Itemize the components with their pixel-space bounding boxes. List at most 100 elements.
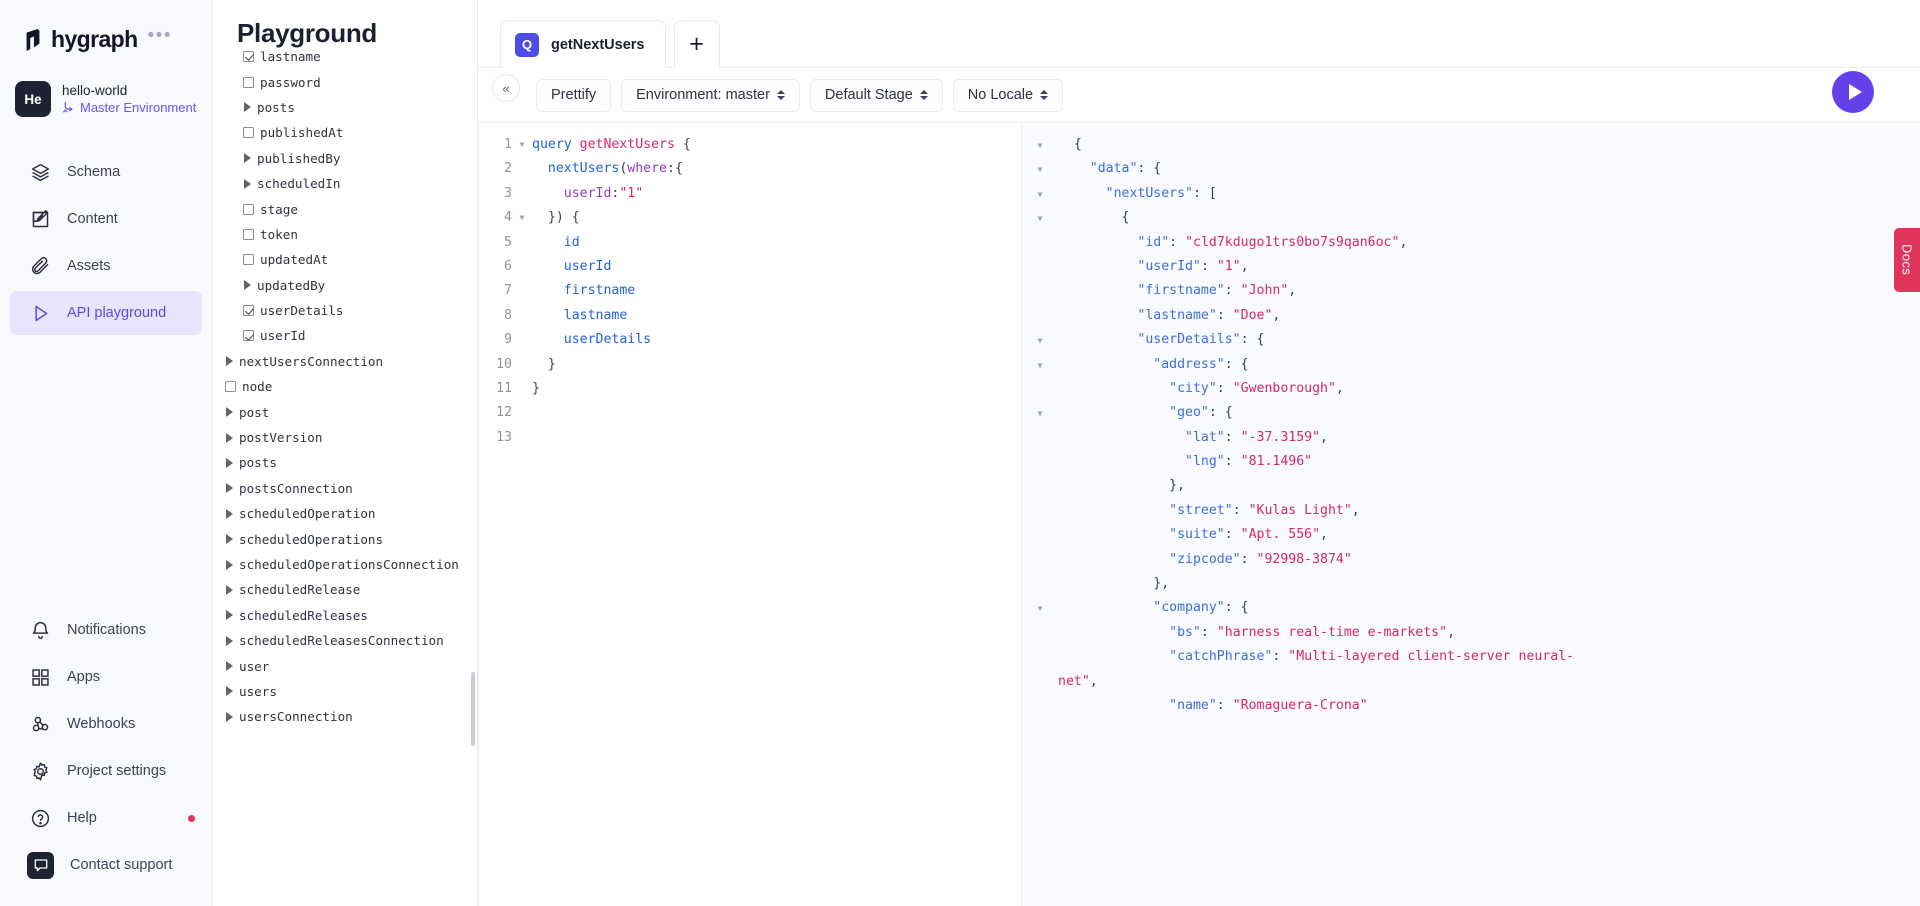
tree-item-node[interactable]: node	[213, 374, 477, 399]
result-viewer[interactable]: ▼ {▼ "data": {▼ "nextUsers": [▼ { "id": …	[1021, 123, 1920, 906]
field-checkbox[interactable]	[243, 330, 254, 341]
caret-right-icon[interactable]	[244, 153, 251, 163]
tree-item-stage[interactable]: stage	[213, 196, 477, 221]
fold-toggle-icon[interactable]: ▼	[516, 206, 528, 230]
tree-item-postsConnection[interactable]: postsConnection	[213, 476, 477, 501]
caret-right-icon[interactable]	[226, 509, 233, 519]
json-line: ▼ "userDetails": {	[1022, 328, 1920, 352]
line-number: 8	[478, 304, 516, 328]
json-fold-toggle-icon[interactable]: ▼	[1022, 133, 1058, 157]
tree-item-usersConnection[interactable]: usersConnection	[213, 704, 477, 729]
json-line: ▼ "data": {	[1022, 157, 1920, 181]
tree-item-scheduledOperationsConnection[interactable]: scheduledOperationsConnection	[213, 552, 477, 577]
tree-item-scheduledOperations[interactable]: scheduledOperations	[213, 526, 477, 551]
tree-item-token[interactable]: token	[213, 222, 477, 247]
query-editor[interactable]: 1▼query getNextUsers {2 nextUsers(where:…	[478, 123, 1021, 906]
json-text: {	[1058, 206, 1129, 230]
field-checkbox[interactable]	[243, 204, 254, 215]
json-line: "city": "Gwenborough",	[1022, 377, 1920, 401]
tree-item-publishedAt[interactable]: publishedAt	[213, 120, 477, 145]
field-checkbox[interactable]	[243, 305, 254, 316]
stage-select[interactable]: Default Stage	[810, 79, 943, 112]
sidebar-item-assets[interactable]: Assets	[10, 244, 202, 288]
caret-right-icon[interactable]	[244, 179, 251, 189]
run-query-button[interactable]	[1832, 71, 1874, 113]
environment-select[interactable]: Environment: master	[621, 79, 800, 112]
sidebar-item-contact-support[interactable]: Contact support	[10, 843, 202, 887]
caret-right-icon[interactable]	[226, 686, 233, 696]
environment-link[interactable]: Master Environment	[62, 100, 196, 115]
sidebar-item-apps[interactable]: Apps	[10, 655, 202, 699]
field-checkbox[interactable]	[243, 51, 254, 62]
explorer-tree-scroll[interactable]: lastnamepasswordpostspublishedAtpublishe…	[213, 49, 477, 894]
tree-item-posts[interactable]: posts	[213, 450, 477, 475]
caret-right-icon[interactable]	[226, 458, 233, 468]
caret-right-icon[interactable]	[226, 636, 233, 646]
prettify-button[interactable]: Prettify	[536, 79, 611, 112]
tree-item-updatedBy[interactable]: updatedBy	[213, 273, 477, 298]
json-fold-toggle-icon[interactable]: ▼	[1022, 401, 1058, 425]
sidebar-item-content[interactable]: Content	[10, 197, 202, 241]
caret-right-icon[interactable]	[226, 433, 233, 443]
tree-item-user[interactable]: user	[213, 653, 477, 678]
caret-right-icon[interactable]	[226, 560, 233, 570]
sidebar-item-notifications[interactable]: Notifications	[10, 608, 202, 652]
tree-item-postVersion[interactable]: postVersion	[213, 425, 477, 450]
sidebar-item-webhooks[interactable]: Webhooks	[10, 702, 202, 746]
tree-item-lastname[interactable]: lastname	[213, 49, 477, 69]
brand-more-icon[interactable]: •••	[148, 31, 172, 49]
tree-item-scheduledReleases[interactable]: scheduledReleases	[213, 603, 477, 628]
caret-right-icon[interactable]	[226, 585, 233, 595]
caret-right-icon[interactable]	[226, 356, 233, 366]
tree-item-post[interactable]: post	[213, 399, 477, 424]
fold-toggle-icon[interactable]: ▼	[516, 133, 528, 157]
project-switcher[interactable]: He hello-world Master Environment	[0, 53, 212, 117]
sidebar-item-help[interactable]: Help	[10, 796, 202, 840]
tree-item-posts[interactable]: posts	[213, 95, 477, 120]
tree-item-userDetails[interactable]: userDetails	[213, 298, 477, 323]
caret-right-icon[interactable]	[244, 102, 251, 112]
field-checkbox[interactable]	[243, 127, 254, 138]
tree-item-scheduledOperation[interactable]: scheduledOperation	[213, 501, 477, 526]
json-fold-toggle-icon[interactable]: ▼	[1022, 353, 1058, 377]
tree-item-updatedAt[interactable]: updatedAt	[213, 247, 477, 272]
caret-right-icon[interactable]	[226, 534, 233, 544]
sidebar-item-schema[interactable]: Schema	[10, 150, 202, 194]
sidebar-item-api-playground[interactable]: API playground	[10, 291, 202, 335]
tree-item-userId[interactable]: userId	[213, 323, 477, 348]
tree-item-nextUsersConnection[interactable]: nextUsersConnection	[213, 349, 477, 374]
collapse-sidebar-button[interactable]: «	[492, 74, 520, 102]
tree-item-users[interactable]: users	[213, 679, 477, 704]
json-fold-toggle-icon[interactable]: ▼	[1022, 206, 1058, 230]
json-fold-toggle-icon[interactable]: ▼	[1022, 157, 1058, 181]
field-checkbox[interactable]	[243, 254, 254, 265]
json-fold-toggle-icon[interactable]: ▼	[1022, 596, 1058, 620]
tree-item-scheduledReleasesConnection[interactable]: scheduledReleasesConnection	[213, 628, 477, 653]
fold-spacer	[516, 157, 528, 181]
tree-item-scheduledIn[interactable]: scheduledIn	[213, 171, 477, 196]
caret-right-icon[interactable]	[226, 407, 233, 417]
caret-right-icon[interactable]	[226, 712, 233, 722]
caret-right-icon[interactable]	[226, 610, 233, 620]
hygraph-brand[interactable]: hygraph	[22, 26, 138, 53]
tree-item-password[interactable]: password	[213, 69, 477, 94]
tree-item-scheduledRelease[interactable]: scheduledRelease	[213, 577, 477, 602]
caret-right-icon[interactable]	[226, 661, 233, 671]
tab-getnextusers[interactable]: Q getNextUsers	[500, 20, 666, 68]
caret-right-icon[interactable]	[244, 280, 251, 290]
field-checkbox[interactable]	[225, 381, 236, 392]
tree-item-publishedBy[interactable]: publishedBy	[213, 146, 477, 171]
sidebar-item-project-settings[interactable]: Project settings	[10, 749, 202, 793]
add-tab-button[interactable]: +	[674, 20, 720, 68]
caret-right-icon[interactable]	[226, 483, 233, 493]
explorer-tree: lastnamepasswordpostspublishedAtpublishe…	[213, 49, 477, 730]
json-fold-spacer	[1022, 279, 1058, 303]
field-checkbox[interactable]	[243, 229, 254, 240]
field-checkbox[interactable]	[243, 77, 254, 88]
docs-tab-button[interactable]: Docs	[1894, 228, 1920, 292]
json-fold-toggle-icon[interactable]: ▼	[1022, 182, 1058, 206]
sidebar-item-label: Schema	[67, 164, 120, 180]
explorer-scrollbar[interactable]	[471, 672, 475, 746]
locale-select[interactable]: No Locale	[953, 79, 1063, 112]
json-fold-toggle-icon[interactable]: ▼	[1022, 328, 1058, 352]
